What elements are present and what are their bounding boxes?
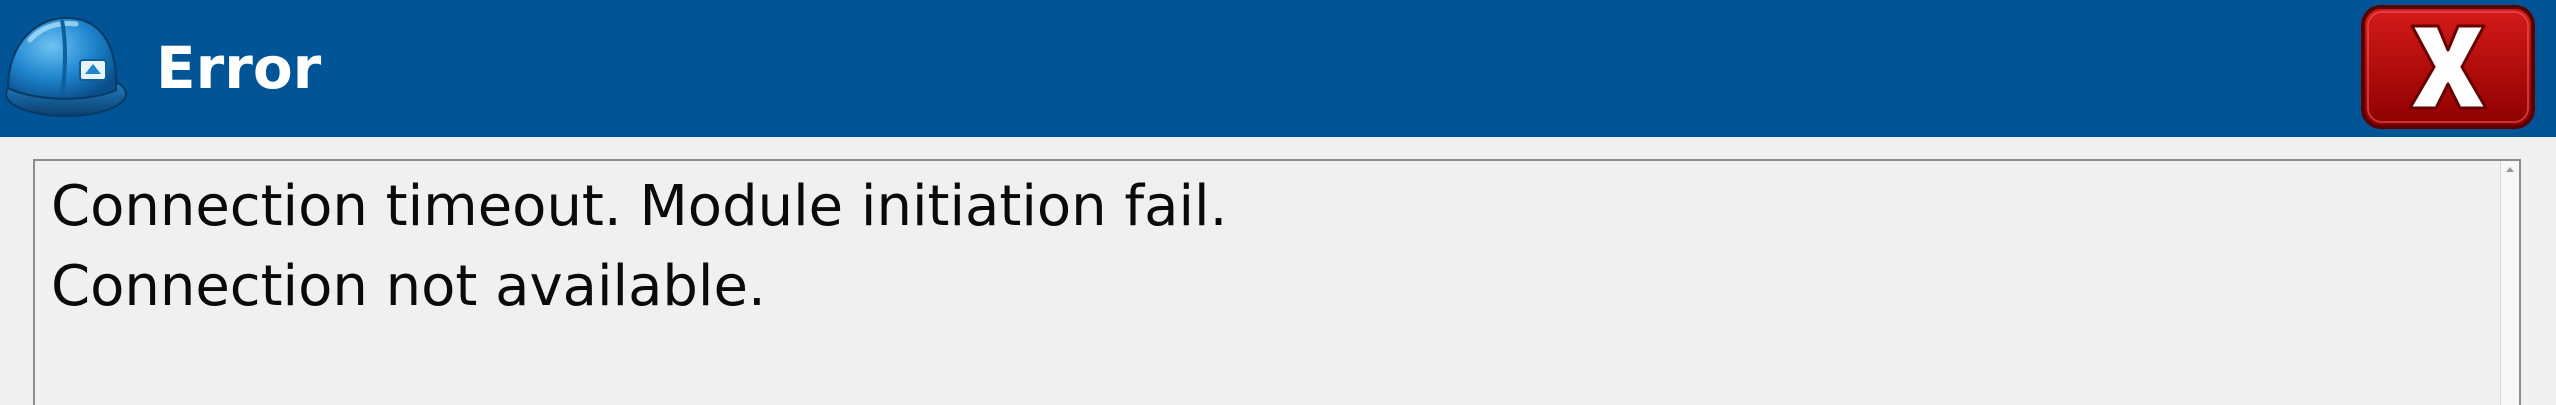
message-line: Connection timeout. Module initiation fa…: [51, 174, 1228, 239]
scroll-up-arrow-icon[interactable]: [2504, 163, 2516, 175]
hard-hat-icon: [0, 10, 128, 125]
vertical-scrollbar[interactable]: [2500, 161, 2519, 405]
close-button[interactable]: [2360, 4, 2536, 130]
error-message-text: Connection timeout. Module initiation fa…: [51, 167, 2471, 327]
error-message-box[interactable]: Connection timeout. Module initiation fa…: [33, 159, 2521, 405]
message-line: Connection not available.: [51, 254, 766, 319]
window-title: Error: [156, 34, 322, 102]
title-bar: Error: [0, 0, 2556, 137]
close-x-icon: [2361, 5, 2535, 129]
